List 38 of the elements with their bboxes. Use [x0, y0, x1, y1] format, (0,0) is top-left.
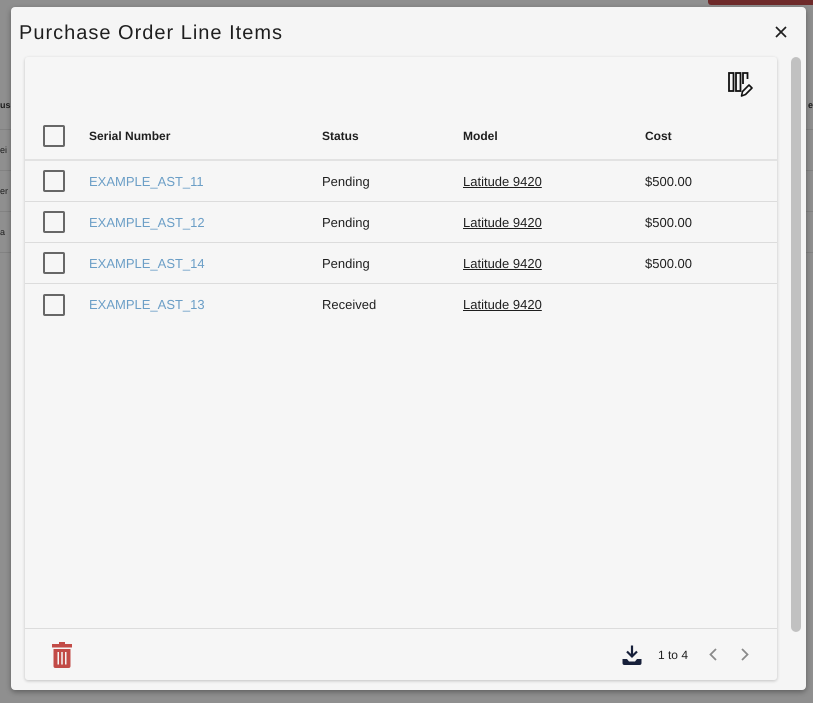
column-header[interactable]: Cost: [645, 129, 672, 143]
model-link[interactable]: Latitude 9420: [463, 174, 542, 188]
model-link[interactable]: Latitude 9420: [463, 214, 542, 230]
chevron-left-icon: [709, 648, 717, 661]
background-text: er: [0, 186, 8, 196]
column-header[interactable]: Status: [322, 129, 359, 143]
model-link[interactable]: Latitude 9420: [463, 256, 542, 270]
background-text: e: [808, 100, 813, 111]
download-button[interactable]: [622, 644, 642, 664]
status-text: Received: [322, 297, 376, 312]
page-range-text: 1 to 4: [658, 648, 688, 662]
status-text: Pending: [322, 214, 370, 230]
column-header[interactable]: Serial Number: [89, 129, 170, 143]
trash-icon: [52, 642, 72, 668]
model-link[interactable]: Latitude 9420: [463, 297, 542, 312]
download-icon: [622, 644, 642, 664]
row-checkbox[interactable]: [43, 252, 65, 274]
cost-text: $500.00: [645, 256, 692, 270]
cost-text: $500.00: [645, 174, 692, 188]
delete-button[interactable]: [52, 642, 72, 668]
row-checkbox[interactable]: [43, 170, 65, 192]
background-text: a: [0, 226, 6, 238]
chevron-right-icon: [741, 648, 749, 661]
background-text: us: [0, 100, 11, 111]
status-text: Pending: [322, 256, 370, 270]
row-checkbox[interactable]: [43, 211, 65, 233]
select-all-checkbox[interactable]: [43, 125, 65, 147]
background-text: ei: [0, 144, 8, 156]
dialog-title: Purchase Order Line Items: [19, 20, 283, 44]
column-header[interactable]: Model: [463, 129, 498, 143]
cost-text: $500.00: [645, 214, 692, 230]
row-checkbox[interactable]: [43, 294, 65, 316]
column-edit-button[interactable]: [728, 72, 753, 97]
close-icon: [775, 26, 787, 38]
status-text: Pending: [322, 174, 370, 188]
scrollbar-thumb[interactable]: [791, 57, 801, 632]
columns-pencil-icon: [728, 72, 753, 97]
close-button[interactable]: [773, 24, 789, 40]
